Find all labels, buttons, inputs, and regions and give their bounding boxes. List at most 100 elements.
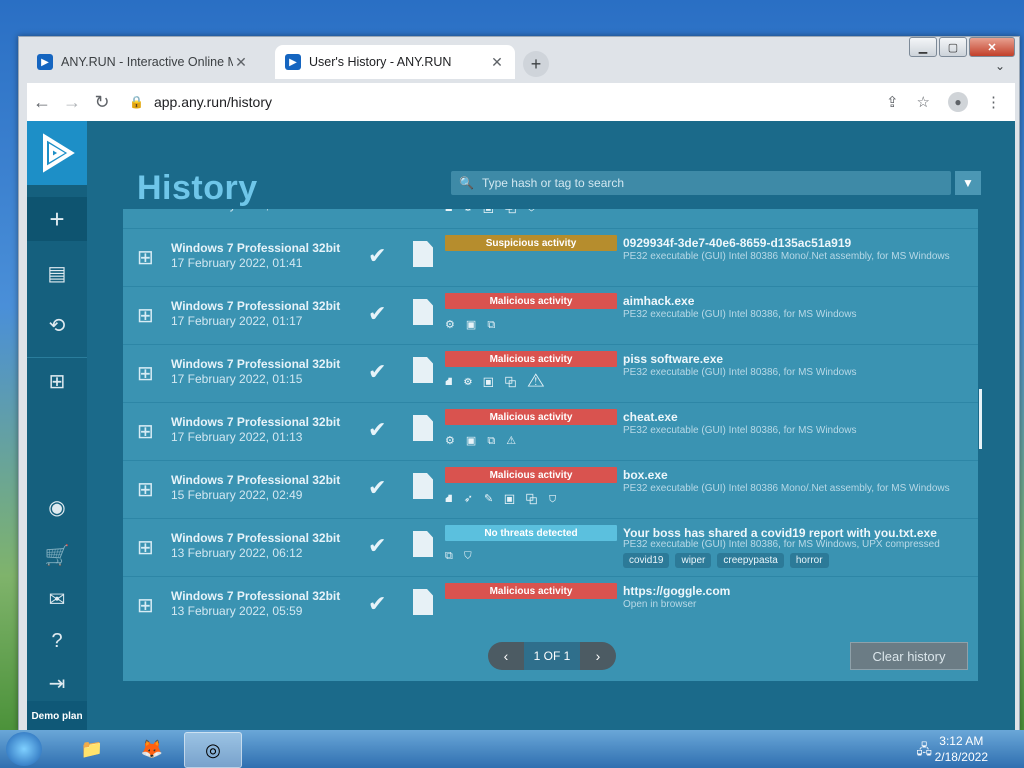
behavior-icons: ⚙ ▣ ⧉ ⚠ xyxy=(445,435,521,447)
file-name[interactable]: piss software.exe xyxy=(623,352,723,366)
anyrun-favicon-icon: ▶ xyxy=(285,54,301,70)
os-name: Windows 7 Professional 32bit xyxy=(171,241,341,255)
window-controls: ▁ ▢ ✕ xyxy=(909,37,1015,57)
verdict-badge: Malicious activity xyxy=(445,467,617,483)
anyrun-logo-icon xyxy=(43,133,75,173)
close-tab-icon[interactable]: ✕ xyxy=(233,54,249,71)
file-name[interactable]: Your boss has shared a covid19 report wi… xyxy=(623,526,937,540)
browser-toolbar: ← → ↻ 🔒 app.any.run/history ⇪ ☆ ● ⋮ xyxy=(27,83,1015,121)
tag[interactable]: horror xyxy=(789,553,829,568)
minimize-button[interactable]: ▁ xyxy=(909,37,937,57)
tab-search-chevron-icon[interactable]: ⌄ xyxy=(995,59,1005,73)
tab-strip: ▶ ANY.RUN - Interactive Online Ma ✕ ▶ Us… xyxy=(19,37,1019,83)
start-button[interactable] xyxy=(6,732,42,766)
tab-history[interactable]: ▶ User's History - ANY.RUN ✕ xyxy=(275,45,515,79)
menu-kebab-icon[interactable]: ⋮ xyxy=(986,93,1001,111)
forward-button[interactable]: → xyxy=(57,92,87,113)
file-type: PE32 executable (GUI) Intel 80386, for M… xyxy=(623,309,857,320)
tag[interactable]: covid19 xyxy=(623,553,670,568)
close-window-button[interactable]: ✕ xyxy=(969,37,1015,57)
windows-logo-icon[interactable]: ⊞ xyxy=(27,359,87,403)
file-icon xyxy=(413,589,433,615)
os-name: Windows 7 Professional 32bit xyxy=(171,415,341,429)
reports-document-icon[interactable]: ▤ xyxy=(27,251,87,295)
search-icon: 🔍 xyxy=(459,176,474,190)
task-date: 15 February 2022, 02:49 xyxy=(171,488,303,502)
file-type: Open in browser xyxy=(623,599,697,610)
task-date: 13 February 2022, 06:12 xyxy=(171,546,303,560)
checkmark-icon: ✔ xyxy=(368,417,387,442)
file-icon xyxy=(413,299,433,325)
history-row[interactable]: ⊞Windows 7 Professional 32bit17 February… xyxy=(123,287,978,345)
file-name[interactable]: 0929934f-3de7-40e6-8659-d135ac51a919 xyxy=(623,236,851,250)
url-text: app.any.run/history xyxy=(153,94,272,110)
search-input[interactable]: 🔍 Type hash or tag to search xyxy=(451,171,951,195)
clock-date: 2/18/2022 xyxy=(934,750,988,764)
prev-page-button[interactable]: ‹ xyxy=(488,642,524,670)
task-date: 13 February 2022, 05:59 xyxy=(171,604,303,618)
clock[interactable]: 3:12 AM 2/18/2022 xyxy=(935,733,988,765)
windows-logo-icon: ⊞ xyxy=(137,595,154,617)
os-name: Windows 7 Professional 32bit xyxy=(171,531,341,545)
taskbar: 📁 🦊 ◎ 🖧 3:12 AM 2/18/2022 xyxy=(0,730,1024,768)
profile-avatar-icon[interactable]: ● xyxy=(948,92,968,112)
share-icon[interactable]: ⇪ xyxy=(886,93,899,111)
page-indicator: 1 OF 1 xyxy=(524,642,580,670)
help-icon[interactable]: ? xyxy=(27,619,87,663)
app-content: + ▤ ⟲ ⊞ ◉ 🛒 ✉ ? ⇥ Demo plan History 🔍 Ty… xyxy=(27,121,1015,731)
history-row[interactable]: ⊞Windows 7 Professional 32bit17 February… xyxy=(123,229,978,287)
tag[interactable]: wiper xyxy=(675,553,712,568)
maximize-button[interactable]: ▢ xyxy=(939,37,967,57)
verdict-badge: Malicious activity xyxy=(445,293,617,309)
history-row[interactable]: ⊞ Windows 7 Professional 32bit 15 February… xyxy=(123,461,978,519)
behavior-icons: ⛘ ➶ ✎ ▣ ⧉ ⛉ xyxy=(445,493,561,505)
clear-history-button[interactable]: Clear history xyxy=(850,642,968,670)
pagination: ‹ 1 OF 1 › xyxy=(488,642,616,670)
chrome-icon[interactable]: ◎ xyxy=(184,732,242,768)
windows11-badge-icon[interactable]: ◉ xyxy=(27,485,87,529)
close-tab-icon[interactable]: ✕ xyxy=(489,54,505,71)
tab-anyrun-home[interactable]: ▶ ANY.RUN - Interactive Online Ma ✕ xyxy=(27,45,259,79)
file-name[interactable]: aimhack.exe xyxy=(623,294,694,308)
history-clock-icon[interactable]: ⟲ xyxy=(27,303,87,347)
history-row[interactable]: ⊞ Windows 7 Professional 32bit 13 February… xyxy=(123,577,978,631)
history-row[interactable]: ⊞Windows 7 Professional 32bit17 February… xyxy=(123,209,978,229)
mail-icon[interactable]: ✉ xyxy=(27,577,87,621)
new-task-plus-icon[interactable]: + xyxy=(27,197,87,241)
cart-icon[interactable]: 🛒 xyxy=(27,533,87,577)
os-name: Windows 7 Professional 32bit xyxy=(171,473,341,487)
new-tab-button[interactable]: + xyxy=(523,51,549,77)
clock-time: 3:12 AM xyxy=(939,734,984,748)
reload-button[interactable]: ↻ xyxy=(87,92,117,113)
file-name[interactable]: box.exe xyxy=(623,468,668,482)
history-row[interactable]: ⊞Windows 7 Professional 32bit17 February… xyxy=(123,345,978,403)
sidebar-divider xyxy=(27,357,87,358)
firefox-icon[interactable]: 🦊 xyxy=(124,732,180,766)
windows-logo-icon: ⊞ xyxy=(137,421,154,443)
anyrun-logo[interactable] xyxy=(27,121,87,185)
file-icon xyxy=(413,357,433,383)
file-name[interactable]: cheat.exe xyxy=(623,410,678,424)
explorer-folder-icon[interactable]: 📁 xyxy=(64,732,120,766)
network-icon[interactable]: 🖧 xyxy=(916,739,932,763)
bookmark-star-icon[interactable]: ☆ xyxy=(917,93,930,111)
checkmark-icon: ✔ xyxy=(368,243,387,268)
filter-funnel-icon[interactable]: ▼ xyxy=(955,171,981,195)
address-bar[interactable]: 🔒 app.any.run/history xyxy=(129,94,886,110)
history-list: ⊞ Windows 7 Professional 32bit 17 February… xyxy=(123,209,978,631)
file-icon xyxy=(413,415,433,441)
behavior-icons: ⧉ ⛉ xyxy=(445,550,476,562)
sidebar: + ▤ ⟲ ⊞ ◉ 🛒 ✉ ? ⇥ Demo plan xyxy=(27,121,87,731)
back-button[interactable]: ← xyxy=(27,92,57,113)
file-name[interactable]: https://goggle.com xyxy=(623,584,730,598)
history-row[interactable]: ⊞Windows 7 Professional 32bit17 February… xyxy=(123,403,978,461)
windows-logo-icon: ⊞ xyxy=(137,479,154,501)
next-page-button[interactable]: › xyxy=(580,642,616,670)
scrollbar-thumb[interactable] xyxy=(979,389,982,449)
tag[interactable]: creepypasta xyxy=(717,553,784,568)
scrollbar[interactable] xyxy=(979,209,983,631)
file-type: PE32 executable (GUI) Intel 80386, for M… xyxy=(623,539,940,550)
task-date: 17 February 2022, 01:15 xyxy=(171,372,303,386)
logout-icon[interactable]: ⇥ xyxy=(27,661,87,705)
history-row[interactable]: ⊞ Windows 7 Professional 32bit 13 February… xyxy=(123,519,978,577)
